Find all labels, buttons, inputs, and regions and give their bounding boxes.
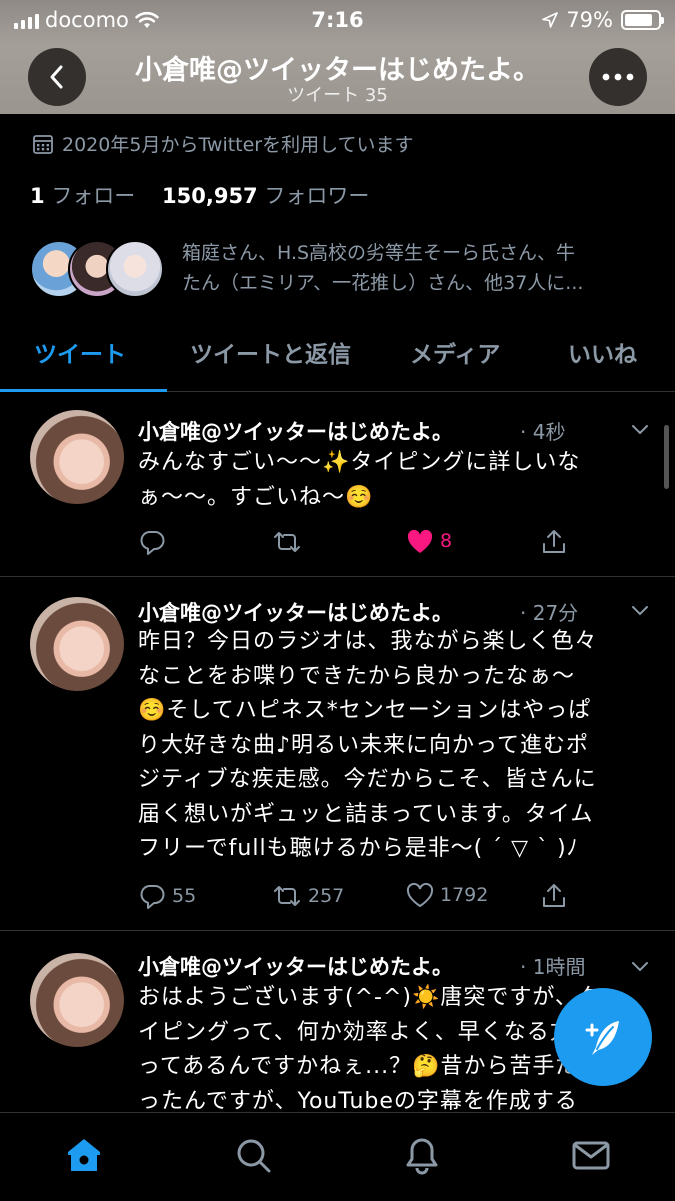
status-bar: docomo 7:16 79% [0, 0, 675, 38]
chevron-down-icon[interactable] [629, 418, 651, 440]
retweet-button[interactable] [272, 528, 308, 556]
calendar-icon [33, 134, 53, 154]
followers-you-know[interactable]: 箱庭さん、H.S高校の劣等生そーら氏さん、牛 たん（エミリア、一花推し）さん、他… [30, 238, 650, 308]
nav-home[interactable] [64, 1135, 104, 1175]
avatar[interactable] [30, 597, 124, 691]
reply-button[interactable] [138, 528, 172, 556]
share-button[interactable] [540, 528, 568, 556]
mail-icon [572, 1141, 610, 1170]
like-count: 8 [440, 530, 453, 552]
tweet-time: · 1時間 [520, 955, 586, 979]
battery-percent: 79% [566, 8, 613, 32]
tweet-time: · 4秒 [520, 420, 566, 444]
share-icon [543, 530, 565, 553]
following-count: 1 [30, 184, 45, 208]
tweet-count: ツイート 35 [287, 85, 388, 106]
nav-notifications[interactable] [402, 1135, 442, 1175]
reply-icon [140, 885, 165, 909]
more-icon [602, 73, 634, 81]
bell-icon [406, 1138, 438, 1175]
retweet-count: 257 [308, 885, 345, 907]
retweet-icon [274, 532, 300, 552]
compose-tweet-icon [585, 1021, 619, 1055]
joined-date: 2020年5月からTwitterを利用しています [32, 130, 414, 157]
heart-icon [406, 882, 434, 908]
chevron-left-icon [50, 65, 63, 89]
back-button[interactable] [28, 48, 86, 106]
followers-count: 150,957 [162, 184, 258, 208]
profile-tabs: ツイート ツイートと返信 メディア いいね [0, 325, 675, 392]
compose-tweet-button[interactable] [554, 988, 652, 1086]
following-label: フォロー [51, 184, 136, 208]
tweet-actions: 8 [138, 528, 578, 558]
avatar[interactable] [30, 410, 124, 504]
tweet[interactable]: 小倉唯@ツイッターはじめたよ。 · 27分 昨日？今日のラジオは、我ながら楽しく… [0, 577, 675, 931]
like-button[interactable]: 1792 [406, 882, 488, 908]
like-button[interactable]: 8 [406, 528, 452, 554]
following-link[interactable]: 1 フォロー [30, 184, 135, 208]
followed-by-text: 箱庭さん、H.S高校の劣等生そーら氏さん、牛 たん（エミリア、一花推し）さん、他… [182, 242, 584, 294]
tab-tweets[interactable]: ツイート [34, 335, 126, 369]
chevron-down-icon[interactable] [629, 955, 651, 977]
bottom-navigation [0, 1112, 675, 1201]
tab-likes[interactable]: いいね [568, 335, 637, 369]
reply-button[interactable]: 55 [138, 882, 196, 910]
chevron-down-icon[interactable] [629, 599, 651, 621]
joined-text: 2020年5月からTwitterを利用しています [62, 134, 414, 156]
tab-tweets-and-replies[interactable]: ツイートと返信 [190, 335, 351, 369]
follow-stats: 1 フォロー 150,957 フォロワー [30, 180, 369, 210]
tweet-time: · 27分 [520, 601, 579, 625]
follower-avatar [106, 240, 164, 298]
tweet-author-name: 小倉唯@ツイッターはじめたよ。 [138, 420, 453, 444]
followers-link[interactable]: 150,957 フォロワー [162, 184, 369, 208]
reply-count: 55 [172, 885, 197, 907]
tweet-author-name: 小倉唯@ツイッターはじめたよ。 [138, 601, 453, 625]
share-button[interactable] [540, 882, 568, 910]
more-button[interactable] [589, 48, 647, 106]
home-icon [68, 1139, 100, 1171]
tweet-text: 昨日？今日のラジオは、我ながら楽しく色々 なことをお喋りできたから良かったなぁ〜… [138, 629, 598, 861]
retweet-button[interactable]: 257 [272, 882, 344, 910]
retweet-icon [274, 886, 300, 906]
reply-icon [140, 531, 165, 555]
location-arrow-icon [542, 12, 559, 28]
search-icon [237, 1139, 271, 1173]
tab-media[interactable]: メディア [410, 335, 500, 369]
avatar[interactable] [30, 953, 124, 1047]
tweet[interactable]: 小倉唯@ツイッターはじめたよ。 · 4秒 みんなすごい〜〜✨タイピングに詳しいな… [0, 392, 675, 577]
nav-search[interactable] [233, 1135, 273, 1175]
tweet-actions: 55 257 1792 [138, 882, 578, 912]
like-count: 1792 [440, 884, 489, 906]
tweet-text: みんなすごい〜〜✨タイピングに詳しいな ぁ〜〜。すごいね〜☺️ [138, 450, 581, 510]
nav-messages[interactable] [571, 1135, 611, 1175]
followers-label: フォロワー [264, 184, 370, 208]
tweet-author-name: 小倉唯@ツイッターはじめたよ。 [138, 955, 453, 979]
share-icon [543, 884, 565, 907]
scrollbar[interactable] [664, 425, 669, 489]
battery-icon [621, 10, 664, 30]
heart-icon [407, 529, 433, 553]
